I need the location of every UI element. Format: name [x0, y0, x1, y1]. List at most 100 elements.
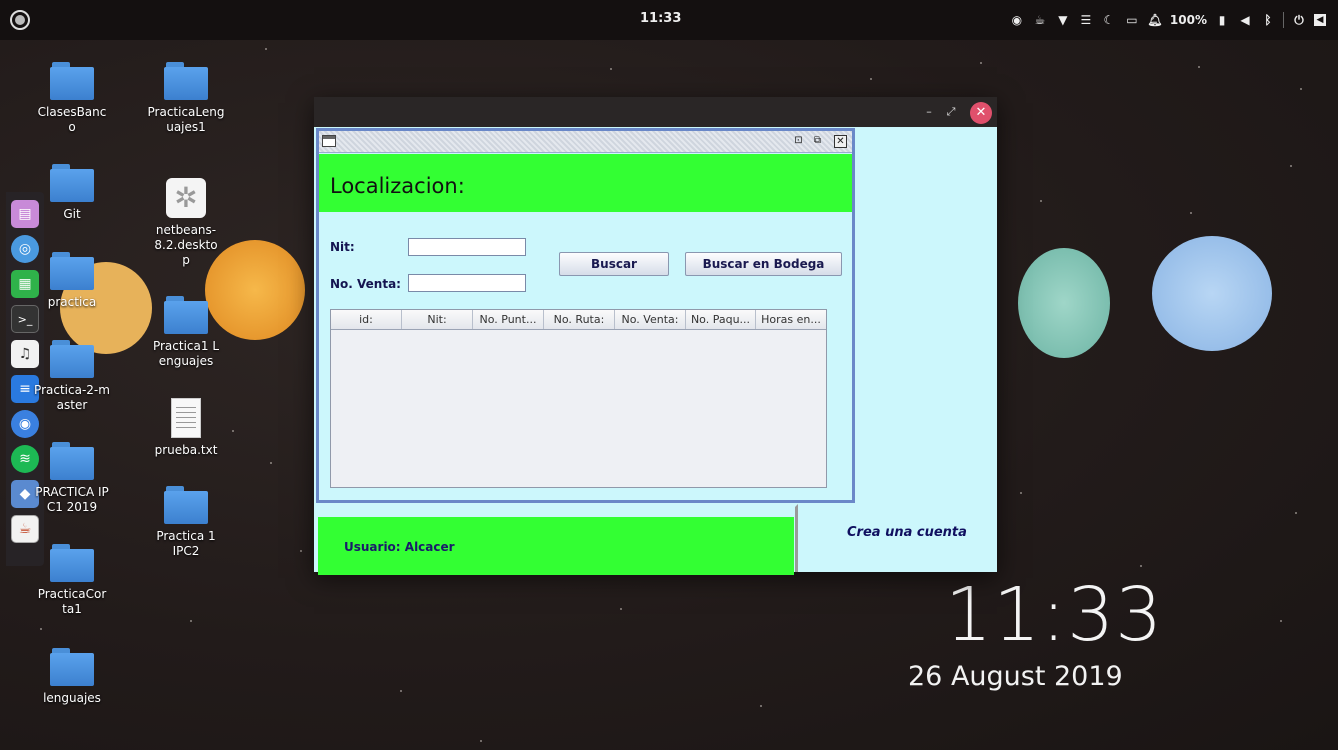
volume-icon[interactable]: ◀ — [1237, 12, 1253, 28]
star — [620, 608, 622, 610]
user-label: Usuario: Alcacer — [344, 540, 455, 554]
star — [400, 690, 402, 692]
star — [265, 48, 267, 50]
desktop-icon-label: Practica1 Lenguajes — [152, 339, 220, 368]
planet-decoration — [1152, 236, 1272, 351]
maximize-icon[interactable]: ⤢ — [944, 105, 958, 119]
internal-frame: ⊡ ⧉ ✕ Localizacion: Nit: No. Venta: Busc… — [316, 128, 855, 503]
table-header: id: Nit: No. Punt... No. Ruta: No. Venta… — [331, 310, 826, 330]
desktop-folder[interactable]: practica — [22, 252, 122, 310]
star — [1290, 165, 1292, 167]
folder-icon — [50, 252, 94, 290]
header-panel: Localizacion: — [319, 154, 852, 212]
folder-icon — [50, 340, 94, 378]
star — [480, 740, 482, 742]
desktop-icon-label: ClasesBanco — [37, 105, 107, 134]
venta-input[interactable] — [408, 274, 526, 292]
create-account-link[interactable]: Crea una cuenta — [847, 525, 967, 540]
star — [1040, 200, 1042, 202]
buscar-bodega-button[interactable]: Buscar en Bodega — [685, 252, 842, 276]
folder-icon — [50, 164, 94, 202]
star — [1198, 66, 1200, 68]
desktop-folder[interactable]: ClasesBanco — [22, 62, 122, 135]
notification-bell-icon[interactable]: 🔔︎ — [1147, 12, 1163, 28]
star — [270, 462, 272, 464]
activities-icon[interactable] — [10, 10, 30, 30]
maximize-icon[interactable]: ⧉ — [811, 135, 824, 148]
internal-frame-titlebar[interactable]: ⊡ ⧉ ✕ — [319, 131, 852, 153]
column-header[interactable]: No. Paqu... — [686, 310, 756, 329]
desktop-folder[interactable]: PracticaLenguajes1 — [136, 62, 236, 135]
column-header[interactable]: No. Punt... — [473, 310, 544, 329]
column-header[interactable]: Nit: — [402, 310, 473, 329]
column-header[interactable]: Horas en... — [756, 310, 826, 329]
star — [1140, 565, 1142, 567]
clock-widget-time: 11:33 — [945, 572, 1164, 658]
star — [1295, 512, 1297, 514]
column-header[interactable]: No. Ruta: — [544, 310, 615, 329]
star — [980, 62, 982, 64]
iconify-icon[interactable]: ⊡ — [792, 135, 805, 148]
desktop-app[interactable]: ✲ netbeans-8.2.desktop — [136, 178, 236, 268]
desktop-folder[interactable]: Practica 1 IPC2 — [136, 486, 236, 559]
star — [1280, 620, 1282, 622]
desktop-folder[interactable]: Git — [22, 164, 122, 222]
top-clock[interactable]: 11:33 — [640, 11, 681, 26]
desktop-folder[interactable]: Practica1 Lenguajes — [136, 296, 236, 369]
star — [1300, 88, 1302, 90]
desktop-icon-label: lenguajes — [43, 691, 101, 705]
java-icon[interactable]: ☕ — [11, 515, 39, 543]
desktop-icon-label: prueba.txt — [154, 443, 218, 457]
window-titlebar[interactable]: – ⤢ ✕ — [314, 97, 997, 127]
user-panel: Usuario: Alcacer — [318, 517, 794, 575]
desktop-icon-label: Git — [63, 207, 81, 221]
battery-percent[interactable]: 100% — [1170, 13, 1207, 27]
folder-icon — [164, 296, 208, 334]
desktop-icon-label: netbeans-8.2.desktop — [154, 223, 218, 267]
gear-icon: ✲ — [166, 178, 206, 218]
minimize-icon[interactable]: – — [922, 105, 936, 119]
top-bar: 11:33 ◉ ☕ ▼ ☰ ☾ ▭ 🔔︎ 100% ▮ ◀ ᛒ ⏻ ◀ — [0, 0, 1338, 40]
close-icon[interactable]: ✕ — [970, 102, 992, 124]
discord-icon[interactable]: ◉ — [1009, 12, 1025, 28]
chrome-icon[interactable]: ◉ — [11, 410, 39, 438]
desktop-folder[interactable]: lenguajes — [22, 648, 122, 706]
folder-icon[interactable]: ▭ — [1124, 12, 1140, 28]
night-light-icon[interactable]: ☾ — [1101, 12, 1117, 28]
desktop-icon-label: practica — [47, 295, 97, 309]
star — [190, 620, 192, 622]
frame-icon — [322, 135, 336, 147]
planet-decoration — [1018, 248, 1110, 358]
folder-icon — [50, 62, 94, 100]
folder-icon — [50, 648, 94, 686]
desktop-file[interactable]: prueba.txt — [136, 398, 236, 458]
folder-icon — [50, 442, 94, 480]
bluetooth-icon[interactable]: ᛒ — [1260, 12, 1276, 28]
power-icon[interactable]: ⏻ — [1291, 12, 1307, 28]
coffee-icon[interactable]: ☕ — [1032, 12, 1048, 28]
desktop-icon-label: Practica 1 IPC2 — [156, 529, 216, 558]
buscar-button[interactable]: Buscar — [559, 252, 669, 276]
battery-icon[interactable]: ▮ — [1214, 12, 1230, 28]
desktop-icon-label: PracticaLenguajes1 — [147, 105, 225, 134]
wifi-icon[interactable]: ▼ — [1055, 12, 1071, 28]
system-tray: ◉ ☕ ▼ ☰ ☾ ▭ 🔔︎ 100% ▮ ◀ ᛒ ⏻ ◀ — [1009, 10, 1326, 30]
menu-icon[interactable]: ☰ — [1078, 12, 1094, 28]
folder-icon — [50, 544, 94, 582]
footer-panel: Usuario: Alcacer — [314, 504, 798, 575]
results-table[interactable]: id: Nit: No. Punt... No. Ruta: No. Venta… — [330, 309, 827, 488]
folder-icon — [164, 486, 208, 524]
desktop-folder[interactable]: Practica-2-master — [22, 340, 122, 413]
logout-icon[interactable]: ◀ — [1314, 14, 1326, 26]
close-icon[interactable]: ✕ — [834, 135, 847, 148]
star — [1190, 212, 1192, 214]
nit-label: Nit: — [330, 240, 355, 254]
star — [40, 628, 42, 630]
nit-input[interactable] — [408, 238, 526, 256]
column-header[interactable]: id: — [331, 310, 402, 329]
column-header[interactable]: No. Venta: — [615, 310, 686, 329]
desktop-folder[interactable]: PRACTICA IPC1 2019 — [22, 442, 122, 515]
star — [760, 705, 762, 707]
desktop-folder[interactable]: PracticaCorta1 — [22, 544, 122, 617]
star — [300, 550, 302, 552]
